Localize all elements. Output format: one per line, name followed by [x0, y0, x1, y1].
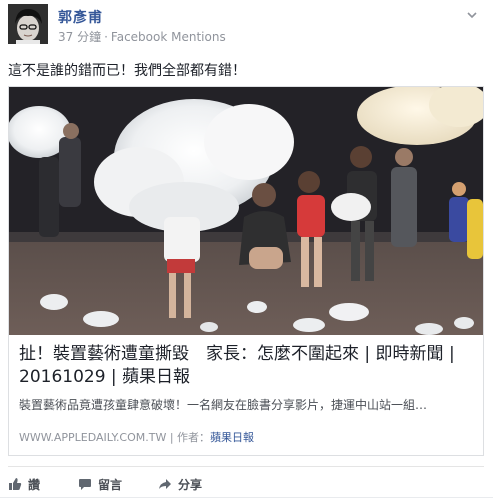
- like-label: 讚: [28, 477, 41, 492]
- comment-icon: [79, 479, 91, 490]
- author-name[interactable]: 郭彥甫: [58, 7, 103, 27]
- post-actions: 讚 留言 分享: [8, 474, 308, 494]
- share-icon: [159, 479, 171, 489]
- chevron-down-icon[interactable]: [466, 6, 478, 19]
- share-button[interactable]: 分享: [158, 474, 202, 494]
- post-text: 這不是誰的錯而已！我們全部都有錯！: [8, 63, 246, 79]
- link-description: 裝置藝術品竟遭孩童肆意破壞！一名網友在臉書分享影片，捷運中山站一組…: [19, 398, 428, 412]
- divider: [0, 497, 493, 498]
- link-title[interactable]: 扯！裝置藝術遭童撕毀 家長：怎麼不圍起來 | 即時新聞 | 20161029 |…: [19, 343, 475, 389]
- comment-label: 留言: [98, 477, 123, 492]
- post-meta: 37 分鐘 · Facebook Mentions: [58, 28, 226, 45]
- comment-button[interactable]: 留言: [78, 474, 122, 494]
- post-header: 郭彥甫 37 分鐘 · Facebook Mentions: [8, 4, 478, 48]
- post-via[interactable]: Facebook Mentions: [111, 30, 226, 44]
- like-button[interactable]: 讚: [8, 474, 40, 494]
- thumbs-up-icon: [9, 478, 22, 490]
- divider: [8, 466, 484, 467]
- post-time[interactable]: 37 分鐘: [58, 30, 101, 44]
- facebook-post-card: 郭彥甫 37 分鐘 · Facebook Mentions 這不是誰的錯而已！我們全…: [0, 0, 493, 501]
- meta-separator: ·: [104, 30, 108, 44]
- link-preview[interactable]: 扯！裝置藝術遭童撕毀 家長：怎麼不圍起來 | 即時新聞 | 20161029 |…: [8, 86, 484, 456]
- link-author[interactable]: 蘋果日報: [210, 431, 254, 444]
- link-source: WWW.APPLEDAILY.COM.TW | 作者：蘋果日報: [19, 429, 254, 445]
- link-domain: WWW.APPLEDAILY.COM.TW: [19, 431, 167, 444]
- share-label: 分享: [178, 477, 203, 492]
- avatar[interactable]: [8, 4, 48, 44]
- link-author-prefix: | 作者：: [169, 431, 211, 444]
- link-preview-image[interactable]: [9, 87, 483, 335]
